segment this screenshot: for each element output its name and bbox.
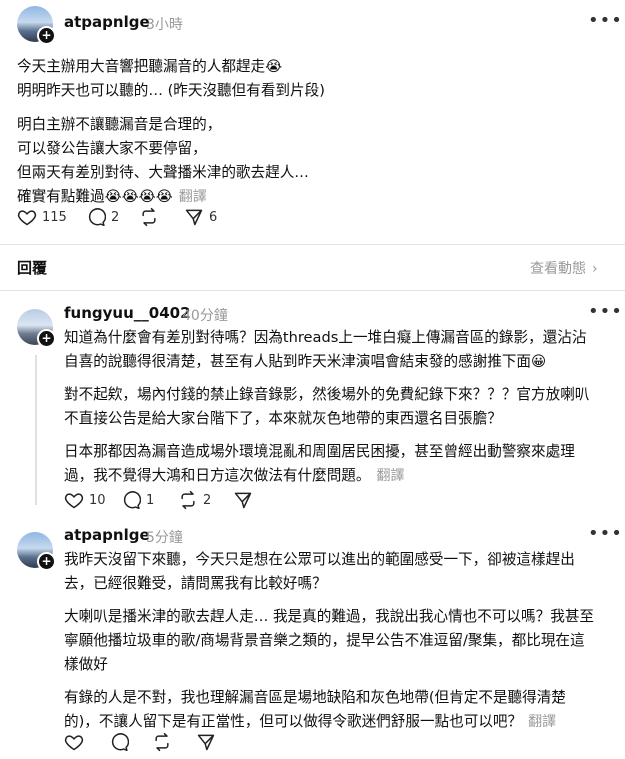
repost-icon	[155, 732, 169, 752]
reply-line: 去，已經很難受，請問罵我有比較好嗎？	[64, 575, 327, 592]
avatar[interactable]: +	[17, 309, 56, 348]
more-options-icon[interactable]: •••	[588, 10, 623, 31]
like-count: 10	[89, 492, 106, 508]
comment-button[interactable]	[109, 732, 129, 752]
repost-button[interactable]	[152, 732, 172, 752]
view-activity-label: 查看動態	[530, 261, 586, 277]
send-icon	[234, 492, 252, 509]
repost-button[interactable]: 2	[178, 490, 211, 510]
translate-link[interactable]: 翻譯	[528, 714, 556, 730]
share-count: 6	[209, 209, 218, 225]
reply-line: 我昨天沒留下來聽，今天只是想在公眾可以進出的範圍感受一下，卻被這樣趕出	[64, 551, 575, 568]
translate-link[interactable]: 翻譯	[376, 468, 404, 484]
comment-count: 1	[146, 492, 155, 508]
more-options-icon[interactable]: •••	[588, 523, 623, 544]
view-activity-link[interactable]: 查看動態 ›	[530, 258, 598, 278]
post-line: 明明昨天也可以聽的… (昨天沒聽但有看到片段)	[17, 82, 325, 99]
post-line: 今天主辦用大音響把聽漏音的人都趕走😭	[17, 58, 283, 75]
like-count: 115	[42, 209, 67, 225]
repost-icon	[142, 207, 156, 227]
avatar[interactable]: +	[17, 532, 56, 571]
divider	[0, 244, 625, 245]
comment-count: 2	[111, 209, 120, 225]
username[interactable]: atpapnlge	[64, 526, 150, 544]
reply-body: 知道為什麼會有差別對待嗎？因為threads上一堆白癡上傳漏音區的錄影，還沾沾 …	[64, 326, 589, 488]
divider	[0, 290, 625, 291]
comment-icon	[111, 733, 129, 752]
chevron-right-icon: ›	[592, 261, 598, 277]
post-line: 明白主辦不讓聽漏音是合理的，	[17, 116, 222, 133]
timestamp: 5分鐘	[146, 530, 183, 546]
like-button[interactable]	[64, 732, 84, 752]
send-icon	[197, 734, 215, 751]
heart-icon	[64, 493, 84, 509]
timestamp: 40分鐘	[182, 308, 228, 324]
reply-line: 對不起欸，場內付錢的禁止錄音錄影，然後場外的免費紀錄下來？？？官方放喇叭	[64, 386, 590, 403]
follow-plus-icon[interactable]: +	[37, 26, 56, 45]
post-line: 可以發公告讓大家不要停留，	[17, 140, 207, 157]
reply-line: 不直接公告是給大家台階下了，本來就灰色地帶的東西還名目張膽？	[64, 410, 502, 427]
reply-line: 知道為什麼會有差別對待嗎？因為threads上一堆白癡上傳漏音區的錄影，還沾沾	[64, 329, 587, 346]
reply-line: 日本那都因為漏音造成場外環境混亂和周圍居民困擾，甚至曾經出動警察來處理	[64, 443, 575, 460]
username[interactable]: fungyuu__0402	[64, 304, 191, 322]
like-button[interactable]: 10	[64, 490, 106, 510]
post-body: 今天主辦用大音響把聽漏音的人都趕走😭 明明昨天也可以聽的… (昨天沒聽但有看到片…	[17, 55, 325, 209]
comment-button[interactable]: 1	[121, 490, 154, 510]
repost-button[interactable]	[139, 207, 159, 227]
reply-line-text: 過，我不覺得大鴻和日方這次做法有什麼問題。	[64, 467, 371, 484]
thread-line	[35, 355, 37, 505]
reply-line: 的)，不讓人留下是有正當性，但可以做得令歌迷們舒服一點也可以吧？ 翻譯	[64, 710, 594, 734]
username[interactable]: atpapnlge	[64, 13, 150, 31]
repost-icon	[181, 490, 195, 510]
send-icon	[185, 209, 203, 226]
reply-line: 大喇叭是播米津的歌去趕人走… 我是真的難過，我說出我心情也不可以嗎？我甚至	[64, 608, 595, 625]
share-button[interactable]	[233, 490, 253, 510]
replies-header: 回覆	[17, 259, 48, 277]
more-options-icon[interactable]: •••	[588, 301, 623, 322]
reply-line: 有錄的人是不對，我也理解漏音區是場地缺陷和灰色地帶(但肯定不是聽得清楚	[64, 689, 566, 706]
share-button[interactable]	[196, 732, 216, 752]
reply-line: 樣做好	[64, 656, 108, 673]
comment-button[interactable]: 2	[86, 207, 119, 227]
post-line: 確實有點難過😭😭😭😭 翻譯	[17, 185, 325, 209]
reply-line: 寧願他播垃圾車的歌/商場背景音樂之類的，提早公告不准逗留/聚集，都比現在這	[64, 632, 585, 649]
heart-icon	[17, 210, 37, 226]
reply-line: 過，我不覺得大鴻和日方這次做法有什麼問題。 翻譯	[64, 464, 589, 488]
follow-plus-icon[interactable]: +	[37, 329, 56, 348]
like-button[interactable]: 115	[17, 207, 67, 227]
repost-count: 2	[203, 492, 212, 508]
avatar[interactable]: +	[17, 6, 56, 45]
reply-body: 我昨天沒留下來聽，今天只是想在公眾可以進出的範圍感受一下，卻被這樣趕出 去，已經…	[64, 548, 594, 734]
comment-icon	[88, 208, 106, 227]
comment-icon	[123, 491, 141, 510]
follow-plus-icon[interactable]: +	[37, 552, 56, 571]
reply-line: 自喜的說聽得很清楚，甚至有人貼到昨天米津演唱會結束發的感謝推下面😀	[64, 353, 547, 370]
share-button[interactable]: 6	[184, 207, 217, 227]
post-line-text: 確實有點難過😭😭😭😭	[17, 188, 173, 205]
heart-icon	[64, 735, 84, 751]
reply-line-text: 的)，不讓人留下是有正當性，但可以做得令歌迷們舒服一點也可以吧？	[64, 713, 523, 730]
timestamp: 3小時	[146, 17, 183, 33]
post-line: 但兩天有差別對待、大聲播米津的歌去趕人…	[17, 164, 309, 181]
translate-link[interactable]: 翻譯	[179, 189, 207, 205]
